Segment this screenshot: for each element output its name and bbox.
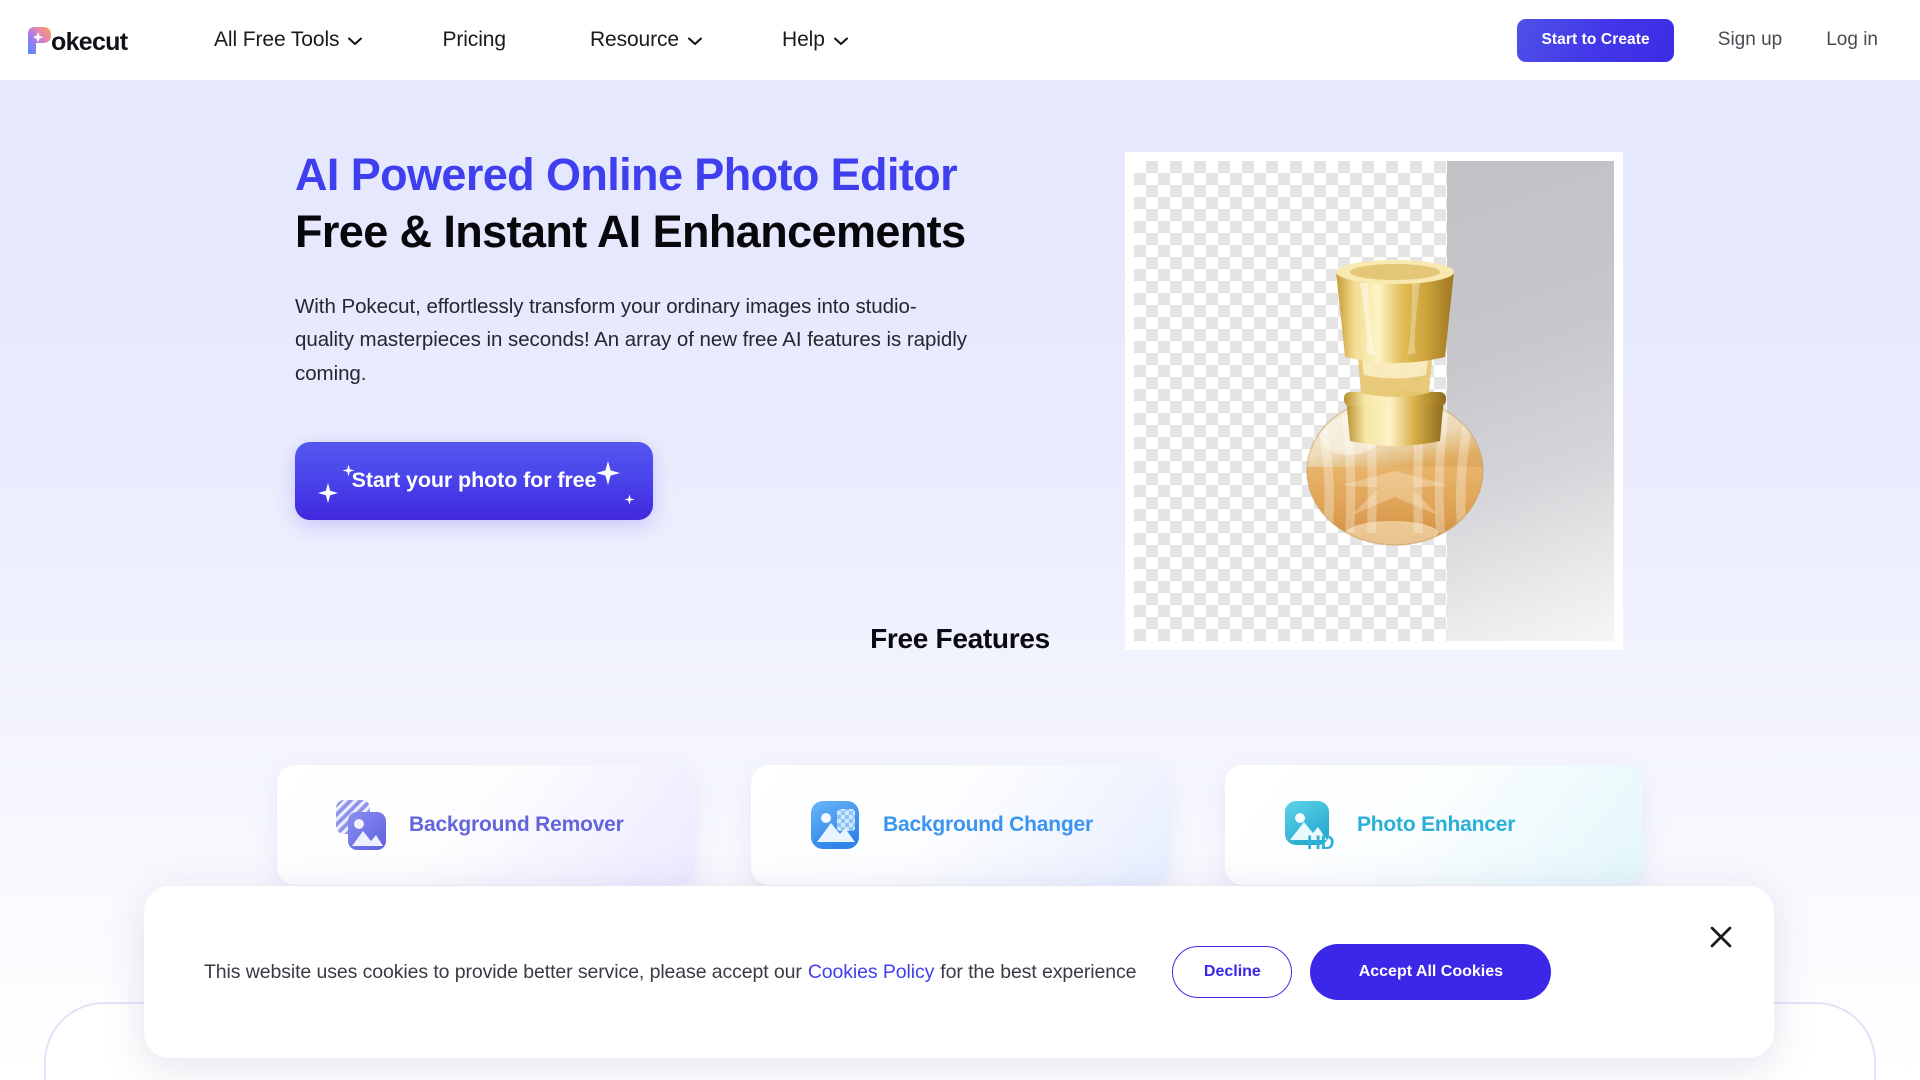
nav-item-all-free-tools[interactable]: All Free Tools: [214, 28, 363, 52]
feature-card-background-remover[interactable]: Background Remover: [277, 765, 695, 885]
close-cookie-banner-button[interactable]: [1704, 920, 1738, 954]
login-link[interactable]: Log in: [1826, 29, 1878, 51]
sparkle-icon: [318, 482, 338, 503]
start-to-create-button[interactable]: Start to Create: [1517, 18, 1674, 62]
sparkle-icon: [624, 494, 635, 505]
nav-right-group: Start to Create Sign up Log in: [1517, 0, 1920, 80]
nav-item-label: Resource: [589, 28, 680, 51]
image-swap-icon: [811, 801, 859, 849]
nav-item-pricing[interactable]: Pricing: [442, 28, 506, 52]
cookie-message-after: for the best experience: [940, 960, 1137, 983]
image-hd-icon: HD: [1285, 801, 1334, 851]
pokecut-logo-icon: okecut: [28, 27, 129, 55]
brand-logo-link[interactable]: okecut: [26, 0, 150, 80]
svg-text:okecut: okecut: [51, 28, 129, 55]
chevron-down-icon: [348, 37, 363, 45]
image-layers-icon: [336, 800, 386, 850]
feature-card-photo-enhancer[interactable]: HD Photo Enhancer: [1225, 765, 1643, 885]
close-icon: [1710, 926, 1732, 948]
hero-subtitle: With Pokecut, effortlessly transform you…: [295, 295, 967, 385]
nav-item-resource[interactable]: Resource: [589, 28, 703, 52]
hero-before-after-image: [1134, 161, 1614, 641]
cookie-message-before: This website uses cookies to provide bet…: [204, 960, 802, 983]
top-navbar: okecut All Free Tools Pricing Resource H…: [0, 0, 1920, 80]
chevron-down-icon: [833, 37, 848, 45]
cta-label: Start your photo for free: [351, 468, 597, 493]
signup-link[interactable]: Sign up: [1718, 29, 1782, 51]
cookie-consent-banner: This website uses cookies to provide bet…: [144, 886, 1774, 1058]
cookies-policy-link[interactable]: Cookies Policy: [808, 961, 935, 984]
nav-links: All Free Tools Pricing Resource Help: [214, 0, 848, 80]
nav-item-label: Pricing: [442, 28, 506, 51]
chevron-down-icon: [688, 37, 703, 45]
feature-card-label: Photo Enhancer: [1357, 813, 1516, 836]
feature-card-label: Background Remover: [409, 813, 624, 836]
hero-copy: AI Powered Online Photo Editor Free & In…: [295, 148, 1015, 520]
sparkle-icon: [596, 460, 620, 485]
feature-cards: Background Remover Background Changer HD…: [0, 765, 1920, 885]
page-root: okecut All Free Tools Pricing Resource H…: [0, 0, 1920, 1080]
free-features-heading: Free Features: [870, 623, 1050, 654]
hero-title-main: Free & Instant AI Enhancements: [295, 206, 966, 258]
accept-all-cookies-button[interactable]: Accept All Cookies: [1310, 944, 1552, 1000]
perfume-bottle-illustration: [1306, 260, 1484, 546]
cookie-banner-row: This website uses cookies to provide bet…: [204, 886, 1774, 1058]
decline-cookies-button[interactable]: Decline: [1172, 946, 1293, 998]
feature-card-label: Background Changer: [883, 813, 1093, 836]
nav-item-label: All Free Tools: [214, 28, 340, 51]
nav-item-label: Help: [782, 28, 825, 51]
hero-preview-frame: [1125, 152, 1623, 650]
svg-text:HD: HD: [1307, 833, 1334, 851]
nav-item-help[interactable]: Help: [782, 28, 848, 52]
feature-card-background-changer[interactable]: Background Changer: [751, 765, 1169, 885]
start-your-photo-button[interactable]: Start your photo for free: [295, 441, 653, 520]
hero-title-accent: AI Powered Online Photo Editor: [295, 149, 958, 200]
